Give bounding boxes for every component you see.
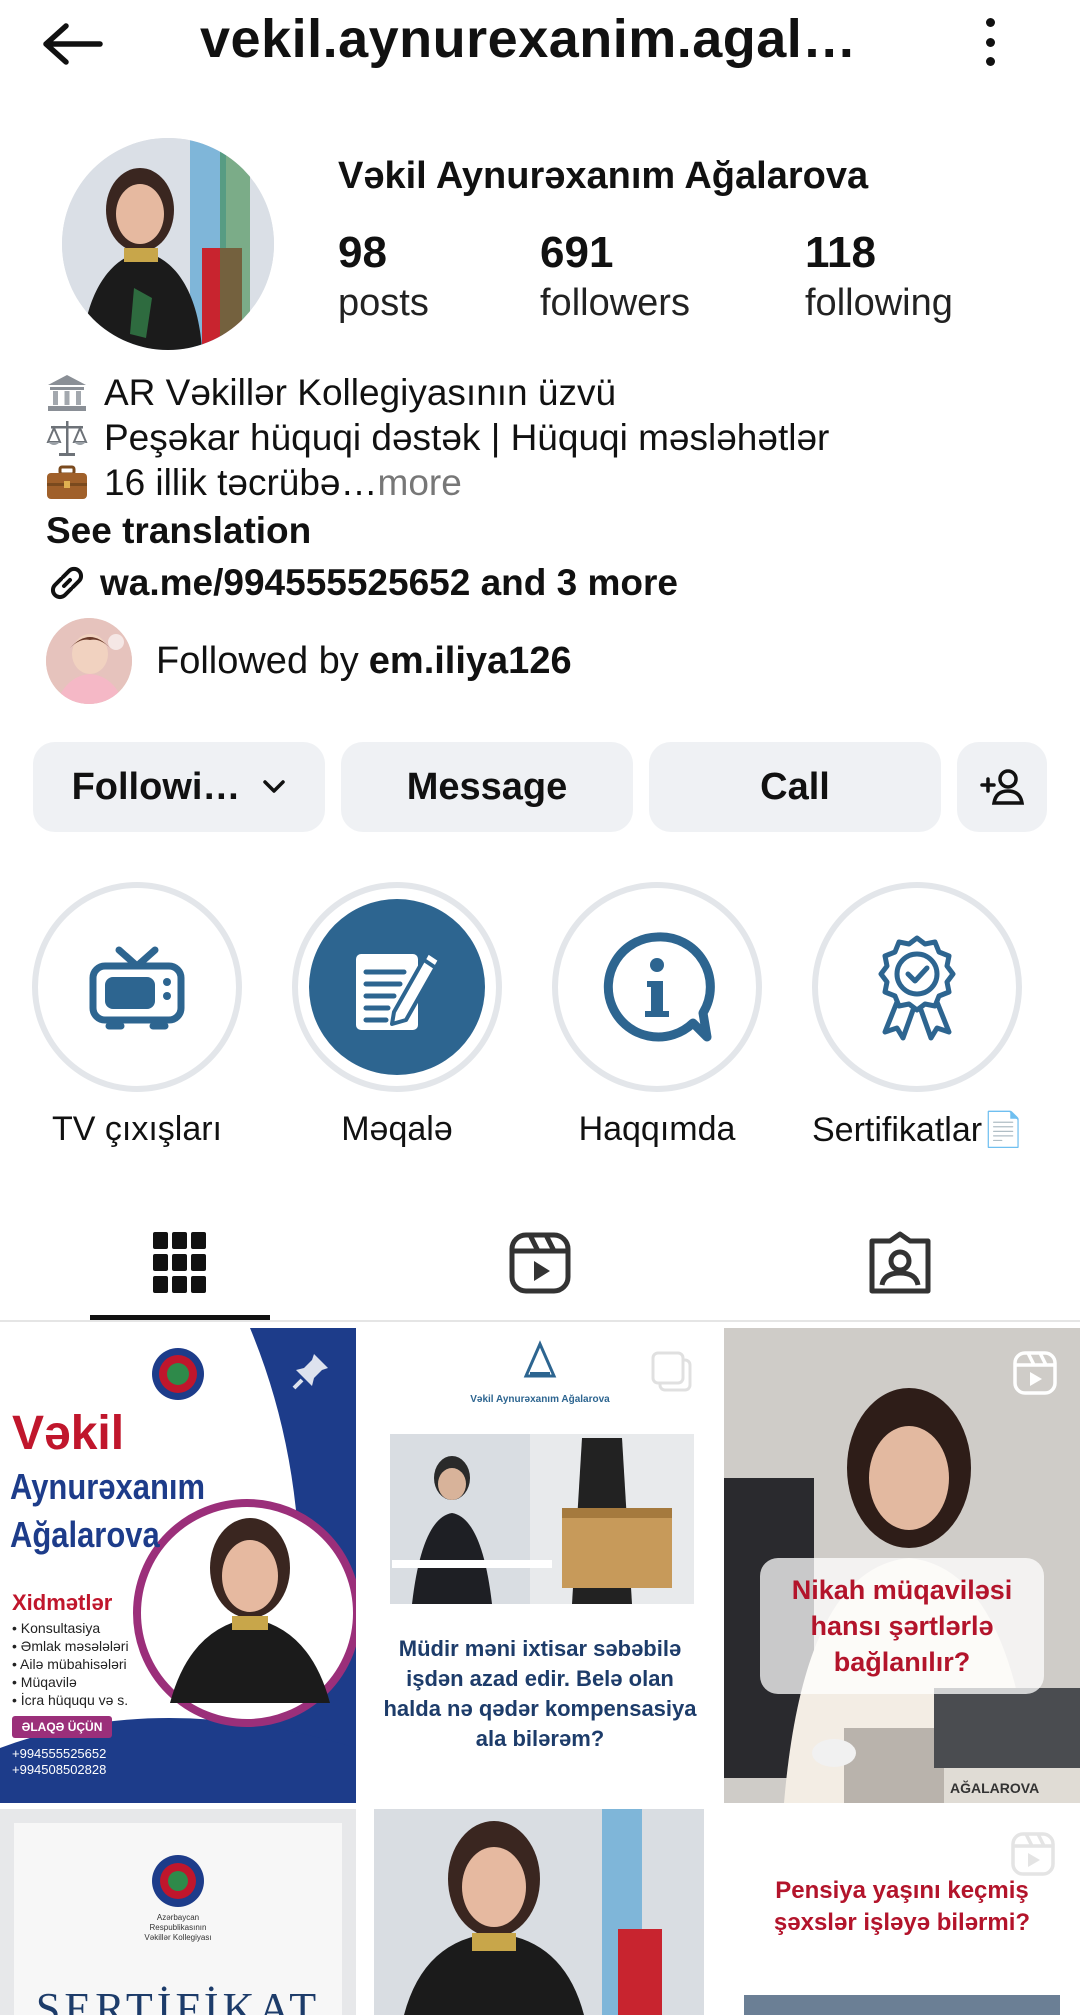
post-tile-3[interactable]: Nikah müqaviləsi hansı şərtlərlə bağlanı… xyxy=(724,1328,1080,1803)
post-3-caption: Nikah müqaviləsi hansı şərtlərlə bağlanı… xyxy=(760,1558,1044,1694)
post-tile-2[interactable]: Vəkil Aynurəxanım Ağalarova Müdir məni i… xyxy=(362,1328,718,1803)
post-tile-5[interactable] xyxy=(374,1809,704,2015)
bio-more-link[interactable]: more xyxy=(378,460,462,505)
chevron-down-icon xyxy=(262,779,286,795)
post-2-brand: Vəkil Aynurəxanım Ağalarova xyxy=(470,1394,610,1405)
tagged-icon xyxy=(868,1231,932,1295)
bio-text-line-2: Peşəkar hüquqi dəstək | Hüquqi məsləhətl… xyxy=(104,417,830,458)
followers-count-value: 691 xyxy=(540,228,614,277)
bio-text-line-1: AR Vəkillər Kollegiyasının üzvü xyxy=(104,372,617,413)
tab-posts-grid[interactable] xyxy=(90,1205,270,1321)
post-1-contact-label: ƏLAQƏ ÜÇÜN xyxy=(12,1716,112,1738)
bio-line: Peşəkar hüquqi dəstək | Hüquqi məsləhətl… xyxy=(44,415,1044,460)
post-1-service-item: • Əmlak məsələləri xyxy=(12,1638,129,1654)
profile-display-name: Vəkil Aynurəxanım Ağalarova xyxy=(338,155,869,197)
posts-count[interactable]: 98 posts xyxy=(338,228,429,328)
call-button[interactable]: Call xyxy=(649,742,941,832)
post-1-title-1: Vəkil xyxy=(12,1407,125,1460)
profile-avatar[interactable] xyxy=(62,138,274,350)
highlight-ring xyxy=(32,882,242,1092)
reels-icon xyxy=(508,1231,572,1295)
bio-text-line-3: 16 illik təcrübə… xyxy=(104,462,378,503)
profile-username: vekil.aynurexanim.agal… xyxy=(200,9,857,69)
highlight-article[interactable]: Məqalə xyxy=(292,882,502,1149)
profile-bio: AR Vəkillər Kollegiyasının üzvü Peşəkar … xyxy=(44,370,1044,505)
info-bubble-icon xyxy=(569,899,745,1075)
post-tile-1[interactable]: Vəkil Aynurəxanım Ağalarova Xidmətlər • … xyxy=(0,1328,356,1803)
multiple-images-icon xyxy=(650,1350,694,1399)
followers-count[interactable]: 691 followers xyxy=(540,228,690,328)
see-translation-link[interactable]: See translation xyxy=(46,510,311,552)
link-icon xyxy=(44,560,90,606)
award-badge-icon xyxy=(829,899,1005,1075)
tab-reels[interactable] xyxy=(450,1205,630,1321)
post-tile-4[interactable]: Azərbaycan Respublikasının Vəkillər Koll… xyxy=(0,1809,356,2015)
highlight-ring xyxy=(812,882,1022,1092)
post-1-services-heading: Xidmətlər xyxy=(12,1590,113,1615)
post-4-title: SERTİFİKAT xyxy=(35,1984,321,2015)
top-bar: vekil.aynurexanim.agal… xyxy=(0,0,1080,88)
bio-link[interactable]: wa.me/994555525652 and 3 more xyxy=(44,560,678,606)
highlight-label: TV çıxışları xyxy=(51,1110,223,1148)
following-count-value: 118 xyxy=(805,228,876,277)
posts-count-value: 98 xyxy=(338,228,387,277)
call-button-label: Call xyxy=(760,765,830,808)
post-4-org: Azərbaycan Respublikasının Vəkillər Koll… xyxy=(144,1913,212,1942)
pinned-icon xyxy=(290,1350,332,1397)
post-tile-6[interactable]: Pensiya yaşını keçmiş şəxslər işləyə bil… xyxy=(724,1809,1080,2015)
post-6-caption: Pensiya yaşını keçmiş şəxslər işləyə bil… xyxy=(773,1877,1031,1936)
tab-tagged[interactable] xyxy=(810,1205,990,1321)
post-1-phone-2: +994508502828 xyxy=(12,1762,107,1777)
following-button[interactable]: Followi… xyxy=(33,742,325,832)
followed-by-row[interactable]: Followed by em.iliya126 xyxy=(46,618,572,704)
post-3-nameplate: AĞALAROVA xyxy=(950,1780,1040,1796)
post-1-service-item: • Konsultasiya xyxy=(12,1620,101,1636)
post-1-phone-1: +994555525652 xyxy=(12,1746,107,1761)
follower-avatar xyxy=(46,618,132,704)
bio-line: AR Vəkillər Kollegiyasının üzvü xyxy=(44,370,1044,415)
followed-by-prefix: Followed by xyxy=(156,639,359,682)
tab-divider xyxy=(0,1320,1080,1322)
back-arrow-icon[interactable] xyxy=(40,14,120,74)
highlight-ring xyxy=(552,882,762,1092)
following-count[interactable]: 118 following xyxy=(805,228,953,328)
classical-building-icon xyxy=(44,373,90,413)
article-pen-icon xyxy=(309,899,485,1075)
following-button-label: Followi… xyxy=(71,765,241,808)
highlight-label: Haqqımda xyxy=(578,1110,736,1148)
add-person-icon xyxy=(978,767,1026,807)
message-button[interactable]: Message xyxy=(341,742,633,832)
highlight-ring xyxy=(292,882,502,1092)
post-1-service-item: • Ailə mübahisələri xyxy=(12,1656,127,1672)
followed-by-username[interactable]: em.iliya126 xyxy=(369,640,572,683)
bio-link-text: wa.me/994555525652 and 3 more xyxy=(100,562,678,603)
following-count-label: following xyxy=(805,282,953,324)
more-options-icon[interactable] xyxy=(970,12,1010,72)
post-2-caption: Müdir məni ixtisar səbəbilə işdən azad e… xyxy=(383,1636,697,1751)
post-1-title-2: Aynurəxanım xyxy=(10,1466,206,1507)
highlight-label: Məqalə xyxy=(341,1110,453,1148)
followers-count-label: followers xyxy=(540,282,690,324)
post-1-service-item: • Müqavilə xyxy=(12,1674,77,1690)
tv-icon xyxy=(49,899,225,1075)
highlight-tv[interactable]: TV çıxışları xyxy=(32,882,242,1149)
bio-line: 16 illik təcrübə… more xyxy=(44,460,1044,505)
reel-icon xyxy=(1012,1350,1058,1401)
highlight-label: Sertifikatlar📄 xyxy=(812,1111,1025,1149)
grid-icon xyxy=(153,1232,207,1294)
suggested-users-button[interactable] xyxy=(957,742,1047,832)
scales-icon xyxy=(44,418,90,458)
highlight-certificates[interactable]: Sertifikatlar📄 xyxy=(812,882,1025,1150)
posts-count-label: posts xyxy=(338,282,429,324)
message-button-label: Message xyxy=(406,765,568,808)
highlight-about[interactable]: Haqqımda xyxy=(552,882,762,1149)
post-1-service-item: • İcra hüququ və s. xyxy=(12,1692,129,1708)
briefcase-icon xyxy=(44,463,90,503)
post-1-title-3: Ağalarova xyxy=(10,1514,160,1555)
